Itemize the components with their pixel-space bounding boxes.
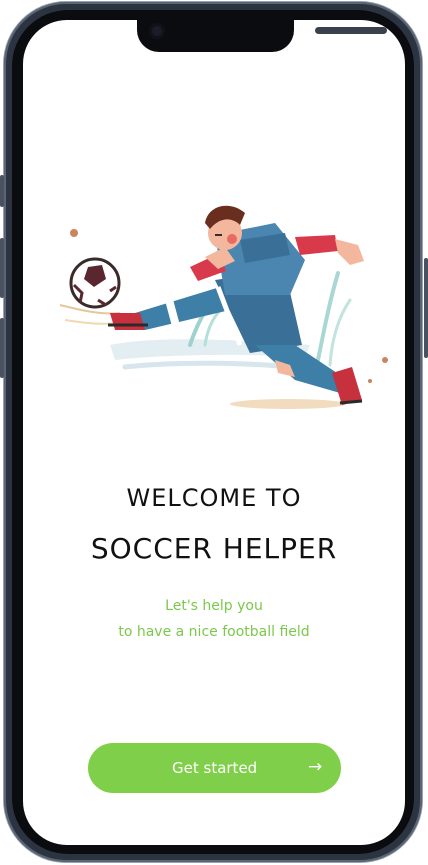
subtitle-line-1: Let's help you xyxy=(165,598,263,614)
mute-switch xyxy=(0,175,4,207)
get-started-label: Get started xyxy=(172,759,258,777)
front-camera xyxy=(149,23,165,39)
welcome-heading: WELCOME TO xyxy=(126,484,302,512)
get-started-button[interactable]: Get started → xyxy=(88,743,341,793)
app-name-heading: SOCCER HELPER xyxy=(90,532,338,565)
soccer-player-illustration xyxy=(59,205,388,409)
phone-mockup: WELCOME TO SOCCER HELPER Let's help you … xyxy=(0,0,428,865)
power-button xyxy=(424,258,428,358)
arrow-right-icon: → xyxy=(308,757,323,777)
volume-down-button xyxy=(0,318,4,378)
speaker-grille xyxy=(315,27,387,34)
volume-up-button xyxy=(0,238,4,298)
app-screen xyxy=(23,20,405,845)
subtitle-line-2: to have a nice football field xyxy=(118,624,310,640)
